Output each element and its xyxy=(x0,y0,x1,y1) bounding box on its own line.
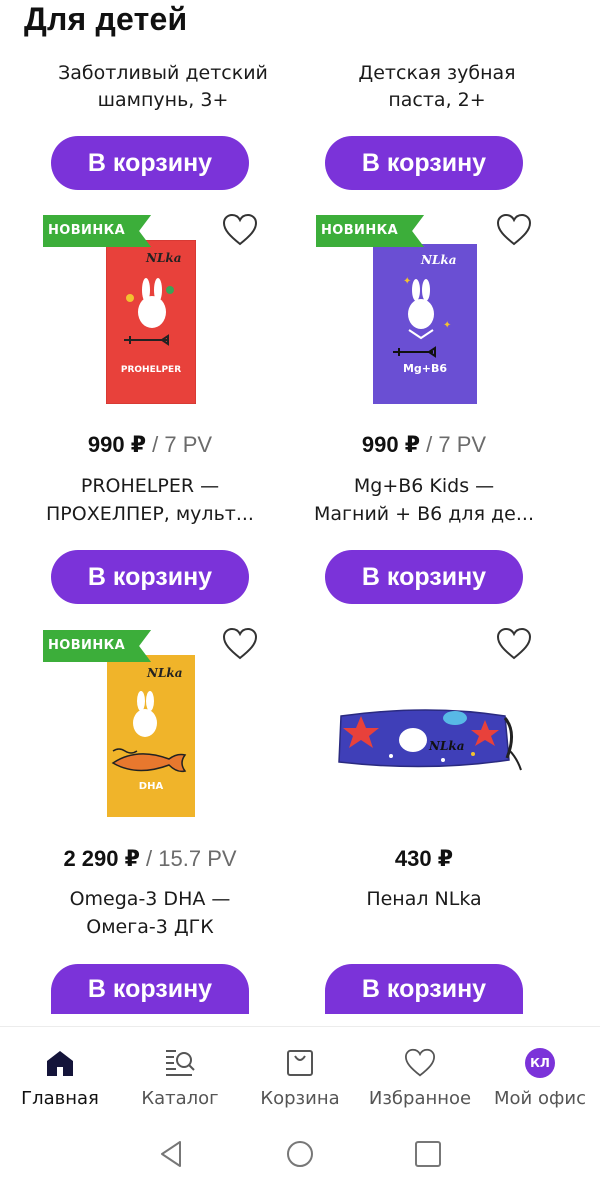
recents-icon[interactable] xyxy=(412,1138,444,1170)
price-amount: 990 ₽ xyxy=(87,432,147,457)
svg-text:NLka: NLka xyxy=(420,253,457,267)
svg-text:NLka: NLka xyxy=(146,666,183,680)
product-name[interactable]: Детская зубная паста, 2+ xyxy=(300,60,574,114)
add-to-cart-button[interactable]: В корзину xyxy=(51,550,249,604)
price-pv: / 7 PV xyxy=(420,432,487,457)
favorite-heart-icon[interactable] xyxy=(496,627,532,661)
favorite-heart-icon[interactable] xyxy=(496,213,532,247)
catalog-search-icon xyxy=(163,1047,197,1079)
product-name-line2: шампунь, 3+ xyxy=(97,89,229,111)
price-amount: 430 ₽ xyxy=(394,846,454,871)
nav-label: Корзина xyxy=(260,1088,340,1109)
bottom-navigation: Главная Каталог Корзина Избранное КЛ Мой… xyxy=(0,1026,600,1124)
box-label: DHA xyxy=(139,781,164,792)
product-name-line1: Детская зубная xyxy=(358,62,516,84)
product-name-line1: Mg+B6 Kids — xyxy=(353,475,495,497)
nav-label: Избранное xyxy=(368,1088,472,1109)
product-name-line1: Omega-3 DHA — xyxy=(69,888,231,910)
svg-text:NLka: NLka xyxy=(428,739,465,753)
product-name[interactable]: Заботливый детский шампунь, 3+ xyxy=(26,60,300,114)
favorite-heart-icon[interactable] xyxy=(222,627,258,661)
svg-text:✦: ✦ xyxy=(403,276,411,287)
add-to-cart-button[interactable]: В корзину xyxy=(325,964,523,1014)
new-badge: НОВИНКА xyxy=(43,215,151,247)
favorite-heart-icon[interactable] xyxy=(222,213,258,247)
product-image[interactable]: NLka xyxy=(333,700,523,780)
box-label: Mg+B6 xyxy=(403,362,447,375)
home-circle-icon[interactable] xyxy=(284,1138,316,1170)
nav-label: Мой офис xyxy=(494,1088,586,1109)
avatar: КЛ xyxy=(525,1048,555,1078)
product-image[interactable]: NLka PROHELPER xyxy=(106,240,196,404)
nav-home[interactable]: Главная xyxy=(0,1027,120,1125)
svg-text:✦: ✦ xyxy=(443,320,451,331)
product-name-line1: Пенал NLka xyxy=(366,888,482,910)
nav-cart[interactable]: Корзина xyxy=(240,1027,360,1125)
heart-icon xyxy=(403,1047,437,1079)
product-name[interactable]: PROHELPER — ПРОХЕЛПЕР, мульт... xyxy=(13,472,287,528)
new-badge: НОВИНКА xyxy=(43,630,151,662)
price-amount: 990 ₽ xyxy=(361,432,421,457)
nav-label: Каталог xyxy=(141,1088,219,1109)
price-amount: 2 290 ₽ xyxy=(63,846,140,871)
product-name-line1: Заботливый детский xyxy=(58,62,268,84)
product-name-line2: паста, 2+ xyxy=(388,89,486,111)
product-price: 430 ₽ xyxy=(287,845,561,873)
price-pv: / 7 PV xyxy=(146,432,213,457)
add-to-cart-button[interactable]: В корзину xyxy=(325,550,523,604)
back-icon[interactable] xyxy=(156,1138,188,1170)
add-to-cart-button[interactable]: В корзину xyxy=(51,964,249,1014)
new-badge: НОВИНКА xyxy=(316,215,424,247)
product-name-line2: ПРОХЕЛПЕР, мульт... xyxy=(46,503,254,525)
product-price: 2 290 ₽ / 15.7 PV xyxy=(13,845,287,873)
product-name[interactable]: Пенал NLka xyxy=(287,885,561,913)
product-name-line1: PROHELPER — xyxy=(80,475,220,497)
nav-label: Главная xyxy=(21,1088,99,1109)
box-label: PROHELPER xyxy=(121,365,181,375)
add-to-cart-button[interactable]: В корзину xyxy=(325,136,523,190)
product-name[interactable]: Mg+B6 Kids — Магний + B6 для де... xyxy=(287,472,561,528)
home-icon xyxy=(43,1047,77,1079)
product-image[interactable]: NLka DHA xyxy=(107,655,195,817)
avatar-icon: КЛ xyxy=(523,1047,557,1079)
svg-text:NLka: NLka xyxy=(145,251,182,265)
nav-my-office[interactable]: КЛ Мой офис xyxy=(480,1027,600,1125)
product-image[interactable]: NLka ✦ ✦ Mg+B6 xyxy=(373,244,477,404)
system-navigation-bar xyxy=(0,1124,600,1184)
product-name-line2: Магний + B6 для де... xyxy=(314,503,534,525)
nav-favorites[interactable]: Избранное xyxy=(360,1027,480,1125)
price-pv: / 15.7 PV xyxy=(139,846,237,871)
product-price: 990 ₽ / 7 PV xyxy=(13,431,287,459)
product-name-line2: Омега-3 ДГК xyxy=(86,916,214,938)
product-name[interactable]: Omega-3 DHA — Омега-3 ДГК xyxy=(13,885,287,941)
add-to-cart-button[interactable]: В корзину xyxy=(51,136,249,190)
product-price: 990 ₽ / 7 PV xyxy=(287,431,561,459)
cart-bag-icon xyxy=(283,1047,317,1079)
nav-catalog[interactable]: Каталог xyxy=(120,1027,240,1125)
page-title: Для детей xyxy=(24,1,188,37)
